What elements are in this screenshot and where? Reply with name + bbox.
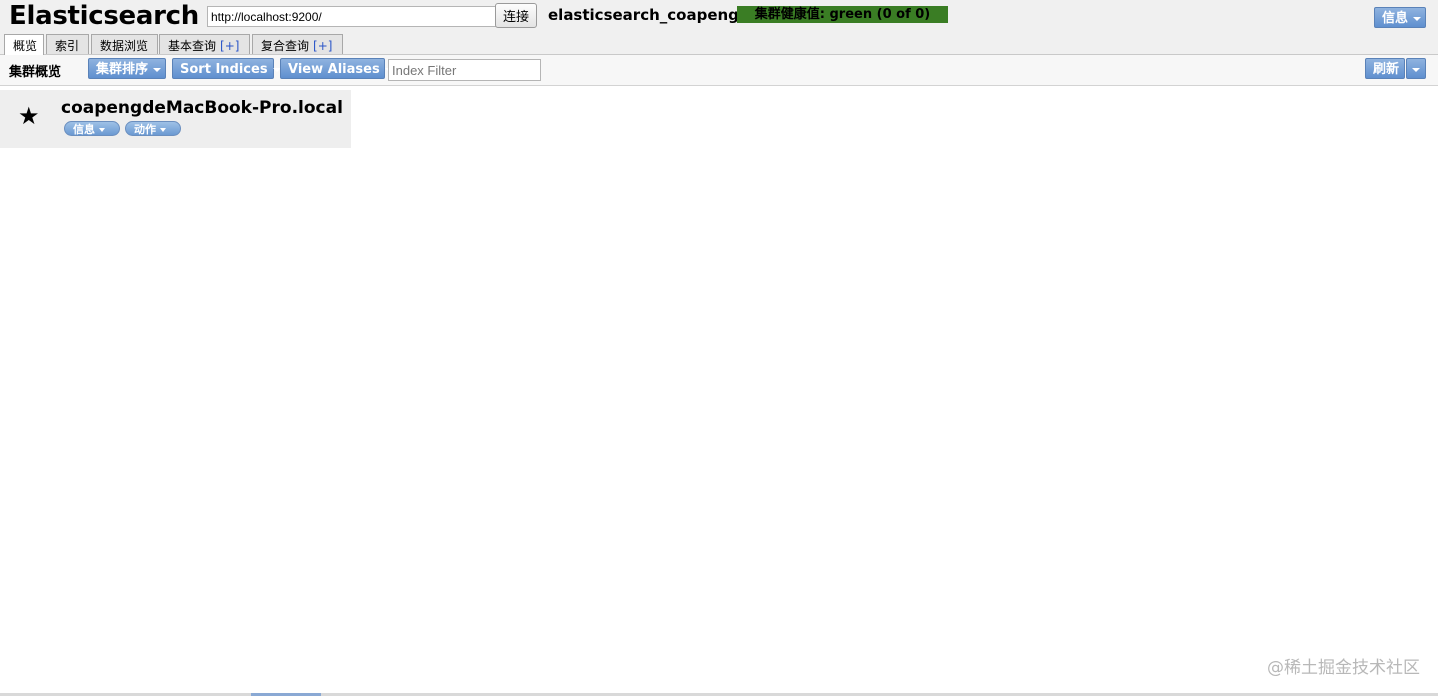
node-actions-label: 动作 [134, 123, 156, 136]
cluster-name: elasticsearch_coapeng [548, 6, 739, 24]
refresh-options-button[interactable] [1406, 58, 1426, 79]
tab-overview[interactable]: 概览 [4, 34, 44, 55]
tab-label: 基本查询 [168, 39, 217, 53]
tab-label: 复合查询 [261, 39, 310, 53]
header: Elasticsearch 连接 elasticsearch_coapeng 集… [0, 0, 1438, 55]
app-title: Elasticsearch [9, 1, 199, 31]
view-aliases-button[interactable]: View Aliases [280, 58, 393, 79]
add-tab-link[interactable]: [+] [313, 39, 332, 53]
toolbar-title: 集群概览 [9, 65, 62, 80]
star-icon: ★ [18, 103, 40, 130]
connect-button[interactable]: 连接 [495, 3, 537, 28]
tab-basic-query[interactable]: 基本查询 [+] [159, 34, 250, 54]
refresh-button[interactable]: 刷新 [1365, 58, 1405, 79]
sort-indices-button[interactable]: Sort Indices [172, 58, 281, 79]
chevron-down-icon [1413, 16, 1422, 21]
node-actions-button[interactable]: 动作 [125, 121, 181, 136]
tab-label: 数据浏览 [100, 39, 149, 53]
node-name: coapengdeMacBook-Pro.local [61, 98, 343, 118]
info-menu-label: 信息 [1382, 11, 1409, 26]
tab-label: 索引 [55, 39, 80, 53]
overview-toolbar: 集群概览 集群排序 Sort Indices View Aliases 刷新 [0, 55, 1438, 86]
index-filter-input[interactable] [388, 59, 541, 81]
tab-compound-query[interactable]: 复合查询 [+] [252, 34, 343, 54]
chevron-down-icon [99, 128, 105, 132]
chevron-down-icon [153, 67, 162, 72]
tab-browser[interactable]: 数据浏览 [91, 34, 158, 54]
node-info-label: 信息 [73, 123, 95, 136]
sort-cluster-button[interactable]: 集群排序 [88, 58, 166, 79]
sort-cluster-label: 集群排序 [96, 62, 149, 77]
tab-indices[interactable]: 索引 [46, 34, 89, 54]
sort-indices-label: Sort Indices [180, 62, 268, 77]
watermark: @稀土掘金技术社区 [1267, 658, 1420, 678]
chevron-down-icon [160, 128, 166, 132]
chevron-down-icon [1412, 67, 1420, 72]
info-menu-button[interactable]: 信息 [1374, 7, 1426, 28]
cluster-node-card: ★ coapengdeMacBook-Pro.local 信息 动作 [0, 90, 351, 148]
cluster-url-input[interactable] [207, 6, 497, 27]
add-tab-link[interactable]: [+] [220, 39, 239, 53]
tab-label: 概览 [13, 39, 38, 53]
view-aliases-label: View Aliases [288, 62, 380, 77]
node-info-button[interactable]: 信息 [64, 121, 120, 136]
cluster-health-badge: 集群健康值: green (0 of 0) [737, 6, 948, 23]
